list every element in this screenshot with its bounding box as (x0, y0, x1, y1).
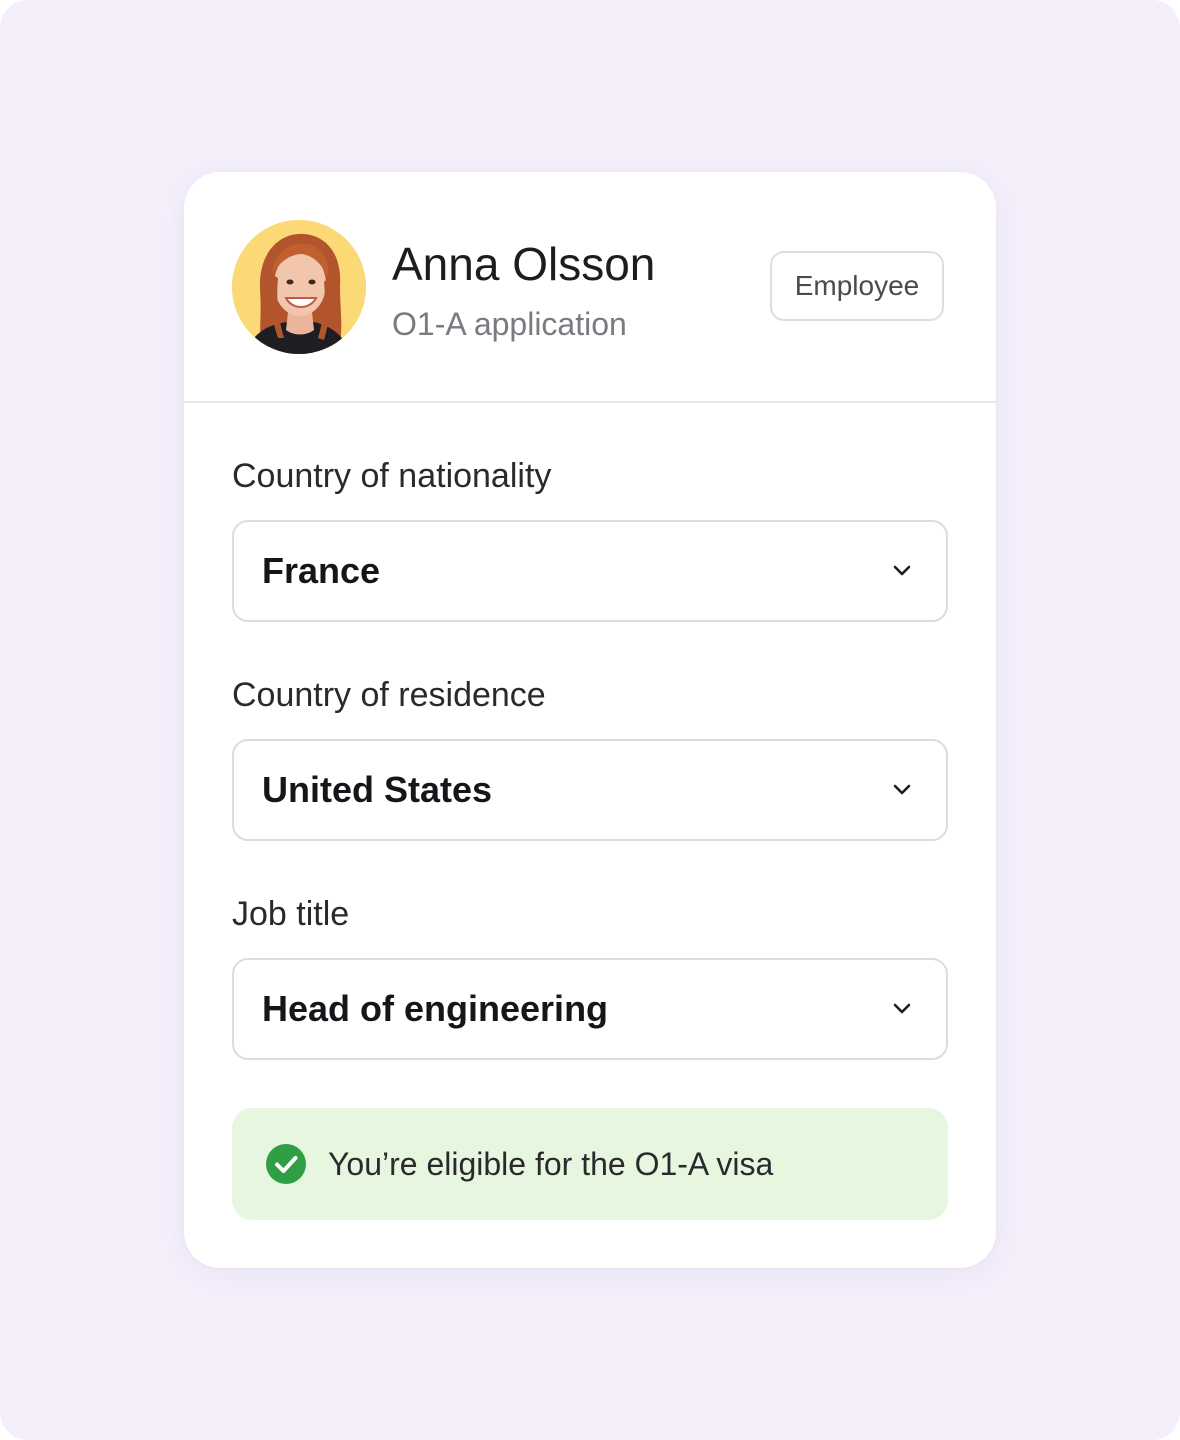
nationality-label: Country of nationality (232, 457, 552, 495)
chevron-down-icon (893, 784, 911, 795)
residence-label: Country of residence (232, 676, 546, 714)
chevron-down-icon (893, 1003, 911, 1014)
profile-header: Anna Olsson O1-A application Employee (184, 172, 996, 403)
application-card: Anna Olsson O1-A application Employee Co… (184, 172, 996, 1268)
nationality-value: France (262, 550, 381, 591)
check-circle-icon (266, 1144, 306, 1184)
residence-select[interactable]: United States (232, 739, 948, 841)
page-background: Anna Olsson O1-A application Employee Co… (0, 0, 1180, 1440)
job-title-label: Job title (232, 895, 350, 933)
chevron-down-icon (893, 565, 911, 576)
nationality-select[interactable]: France (232, 520, 948, 622)
application-type: O1-A application (392, 306, 627, 342)
eligibility-message: You’re eligible for the O1-A visa (328, 1146, 774, 1182)
job-title-value: Head of engineering (262, 988, 609, 1029)
eligibility-alert: You’re eligible for the O1-A visa (232, 1108, 948, 1220)
avatar (232, 220, 366, 354)
applicant-name: Anna Olsson (392, 238, 656, 290)
residence-value: United States (262, 769, 493, 810)
role-badge[interactable]: Employee (770, 251, 944, 321)
job-title-select[interactable]: Head of engineering (232, 958, 948, 1060)
person-avatar-photo (232, 220, 366, 354)
